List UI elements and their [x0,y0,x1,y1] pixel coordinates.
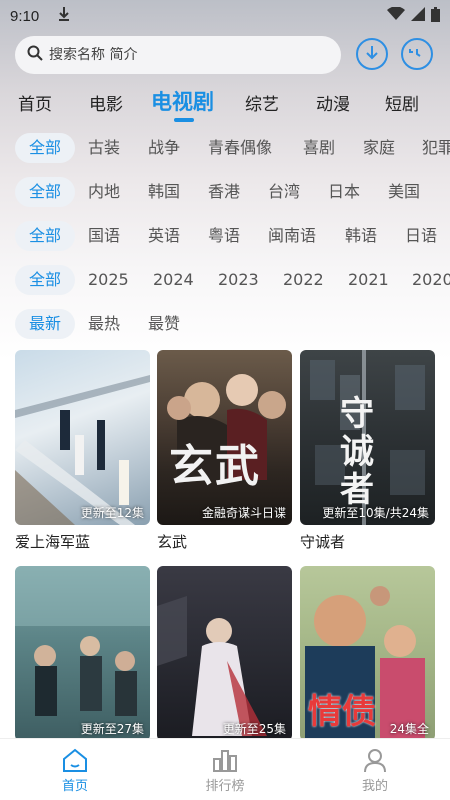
region-chip[interactable]: 香港 [208,177,240,207]
language-chip[interactable]: 韩语 [345,221,377,251]
episode-badge: 更新至10集/共24集 [322,506,429,520]
battery-icon [431,6,440,26]
genre-chip[interactable]: 喜剧 [303,133,335,163]
sort-chip-latest[interactable]: 最新 [15,309,75,339]
tab-anime[interactable]: 动漫 [316,90,350,115]
main-category-tabs: 首页 电影 电视剧 综艺 动漫 短剧 [0,82,450,122]
language-chip[interactable]: 日语 [405,221,437,251]
download-button[interactable] [356,38,388,70]
signal-icon [411,7,425,25]
status-time: 9:10 [10,7,40,25]
poster-image: 情债 24集全 [300,566,435,741]
region-chip[interactable]: 内地 [88,177,120,207]
region-chip[interactable]: 日本 [328,177,360,207]
language-filter-row: 全部 国语 英语 粤语 闽南语 韩语 日语 [0,219,450,253]
poster-image: 守诚者 更新至10集/共24集 [300,350,435,525]
year-chip[interactable]: 2025 [88,265,129,295]
download-arrow-icon [366,46,378,60]
region-filter-row: 全部 内地 韩国 香港 台湾 日本 美国 [0,175,450,209]
search-row [0,36,450,76]
poster-image: 玄武 金融奇谋斗日谍 [157,350,292,525]
search-input[interactable] [49,47,309,63]
genre-chip-all[interactable]: 全部 [15,133,75,163]
video-card[interactable]: 守诚者 更新至10集/共24集 守诚者 [300,350,435,551]
history-button[interactable] [401,38,433,70]
bottom-navigation: 首页 排行榜 我的 [0,738,450,800]
language-chip[interactable]: 英语 [148,221,180,251]
tab-short-drama[interactable]: 短剧 [385,90,419,115]
nav-profile[interactable]: 我的 [335,747,415,794]
genre-chip[interactable]: 犯罪 [422,133,450,163]
episode-badge: 金融奇谋斗日谍 [201,506,286,520]
nav-ranking[interactable]: 排行榜 [185,747,265,794]
episode-badge: 更新至12集 [80,506,144,520]
wifi-icon [387,6,405,25]
poster-title-art: 玄武 [169,441,261,492]
year-filter-row: 全部 2025 2024 2023 2022 2021 2020 [0,263,450,297]
sort-chip-hottest[interactable]: 最热 [88,309,120,339]
download-icon [57,6,71,26]
region-chip[interactable]: 美国 [388,177,420,207]
year-chip[interactable]: 2021 [348,265,389,295]
poster-image: 更新至12集 [15,350,150,525]
user-icon [364,749,386,773]
video-title: 守诚者 [300,533,346,551]
tab-home[interactable]: 首页 [18,90,52,115]
status-bar: 9:10 [0,0,450,32]
language-chip-all[interactable]: 全部 [15,221,75,251]
genre-chip[interactable]: 青春偶像 [208,133,272,163]
poster-image: 更新至25集 [157,566,292,741]
language-chip[interactable]: 粤语 [208,221,240,251]
home-icon [63,748,87,772]
tab-variety[interactable]: 综艺 [245,90,279,115]
genre-chip[interactable]: 家庭 [363,133,395,163]
region-chip[interactable]: 台湾 [268,177,300,207]
video-card[interactable]: 情债 24集全 [300,566,435,767]
language-chip[interactable]: 国语 [88,221,120,251]
sort-chip-most-liked[interactable]: 最赞 [148,309,180,339]
history-icon [409,49,421,57]
poster-image: 更新至27集 [15,566,150,741]
region-chip[interactable]: 韩国 [148,177,180,207]
year-chip[interactable]: 2024 [153,265,194,295]
nav-label: 首页 [61,779,88,794]
episode-badge: 更新至25集 [222,722,286,736]
episode-badge: 更新至27集 [80,722,144,736]
tab-tv-series[interactable]: 电视剧 [151,86,214,116]
video-card[interactable]: 更新至25集 [157,566,292,767]
year-chip[interactable]: 2020 [412,265,450,295]
poster-title-art: 情债 [308,692,376,732]
region-chip-all[interactable]: 全部 [15,177,75,207]
video-card[interactable]: 玄武 金融奇谋斗日谍 玄武 [157,350,292,551]
year-chip[interactable]: 2023 [218,265,259,295]
video-title: 玄武 [157,533,188,551]
year-chip[interactable]: 2022 [283,265,324,295]
sort-filter-row: 最新 最热 最赞 [0,307,450,341]
nav-home[interactable]: 首页 [35,747,115,794]
video-card[interactable]: 更新至12集 爱上海军蓝 [15,350,150,551]
bar-chart-icon [213,750,237,772]
poster-title-art: 守诚者 [340,394,374,510]
video-card[interactable]: 更新至27集 [15,566,150,767]
year-chip-all[interactable]: 全部 [15,265,75,295]
search-bar[interactable] [15,36,341,74]
genre-filter-row: 全部 古装 战争 青春偶像 喜剧 家庭 犯罪 [0,131,450,165]
search-icon [27,45,43,65]
video-title: 爱上海军蓝 [15,533,91,551]
genre-chip[interactable]: 古装 [88,133,120,163]
nav-label: 排行榜 [205,779,245,794]
episode-badge: 24集全 [389,722,429,736]
tab-movies[interactable]: 电影 [89,90,123,115]
active-tab-indicator [174,118,194,122]
nav-label: 我的 [361,779,388,794]
language-chip[interactable]: 闽南语 [268,221,316,251]
genre-chip[interactable]: 战争 [148,133,180,163]
